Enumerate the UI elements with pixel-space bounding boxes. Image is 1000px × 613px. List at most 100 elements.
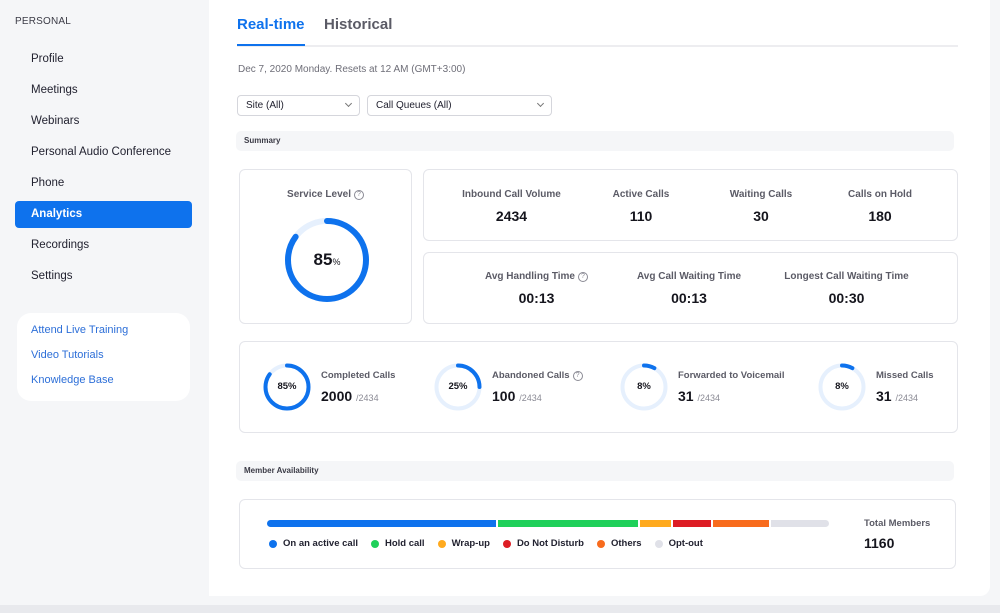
- availability-segment-others: [712, 520, 769, 527]
- legend-item-hold-call: Hold call: [370, 538, 425, 549]
- tab-historical[interactable]: Historical: [324, 16, 392, 33]
- legend-item-wrap-up: Wrap-up: [437, 538, 490, 549]
- service-level-title: Service Level?: [240, 189, 411, 200]
- metric-inbound-call-volume: Inbound Call Volume 2434: [444, 189, 579, 224]
- rate-count: 100: [492, 388, 516, 404]
- legend-label: On an active call: [283, 538, 358, 549]
- metric-value: 00:30: [828, 290, 865, 306]
- metric-value: 30: [753, 208, 769, 224]
- metric-active-calls: Active Calls 110: [582, 189, 700, 224]
- total-members-value: 1160: [864, 535, 895, 551]
- metric-longest-call-waiting-time: Longest Call Waiting Time 00:30: [769, 271, 924, 306]
- service-level-card: Service Level? 85%: [239, 169, 412, 324]
- sidebar-item-phone[interactable]: Phone: [15, 170, 192, 197]
- service-level-number: 85: [313, 250, 333, 269]
- call-time-card: Avg Handling Time? 00:13 Avg Call Waitin…: [423, 252, 958, 324]
- legend-label: Wrap-up: [451, 538, 490, 549]
- sidebar-item-recordings[interactable]: Recordings: [15, 232, 192, 259]
- availability-segment-opt-out: [770, 520, 830, 527]
- availability-segment-do-not-disturb: [672, 520, 711, 527]
- rate-total: /2434: [895, 393, 918, 403]
- sidebar-section-label: PERSONAL: [15, 16, 72, 27]
- tab-bar: Real-time Historical: [237, 0, 958, 47]
- sidebar-item-profile[interactable]: Profile: [15, 46, 192, 73]
- help-question-icon[interactable]: ?: [572, 371, 583, 381]
- availability-segment-on-an-active-call: [267, 520, 497, 527]
- rate-value: 31 /2434: [876, 388, 918, 404]
- rate-label: Forwarded to Voicemail: [678, 370, 785, 381]
- rate-percent: 8%: [637, 381, 651, 392]
- metric-value: 110: [629, 208, 653, 224]
- rate-label-text: Abandoned Calls: [492, 370, 570, 381]
- rate-count: 31: [678, 388, 694, 404]
- rate-percent: 85%: [277, 381, 297, 392]
- call-queues-select-value: Call Queues (All): [376, 100, 452, 111]
- video-tutorials-link[interactable]: Video Tutorials: [31, 348, 190, 373]
- rate-count: 31: [876, 388, 892, 404]
- summary-section-header: Summary: [236, 131, 954, 151]
- call-outcomes-card: 85% Completed Calls 2000 /2434 25% Aband…: [239, 341, 958, 433]
- legend-label: Opt-out: [668, 538, 703, 549]
- help-question-icon[interactable]: ?: [353, 190, 364, 200]
- rate-label: Completed Calls: [321, 370, 396, 381]
- rate-total: /2434: [356, 393, 379, 403]
- tab-real-time[interactable]: Real-time: [237, 16, 305, 46]
- metric-value: 00:13: [671, 290, 707, 306]
- sidebar-item-personal-audio-conference[interactable]: Personal Audio Conference: [15, 139, 192, 166]
- site-select-value: Site (All): [246, 100, 284, 111]
- metric-avg-handling-time: Avg Handling Time? 00:13: [464, 271, 609, 306]
- rate-label: Missed Calls: [876, 370, 934, 381]
- legend-dot-icon: [370, 539, 379, 548]
- call-volume-card: Inbound Call Volume 2434 Active Calls 11…: [423, 169, 958, 241]
- sidebar-item-analytics[interactable]: Analytics: [15, 201, 192, 228]
- metric-label: Avg Handling Time?: [464, 271, 609, 282]
- legend-item-opt-out: Opt-out: [654, 538, 703, 549]
- legend-label: Do Not Disturb: [516, 538, 584, 549]
- metric-label: Inbound Call Volume: [462, 189, 561, 200]
- legend-item-others: Others: [596, 538, 642, 549]
- sidebar-item-meetings[interactable]: Meetings: [15, 77, 192, 104]
- availability-segment-wrap-up: [639, 520, 671, 527]
- metric-calls-on-hold: Calls on Hold 180: [821, 189, 939, 224]
- sidebar: PERSONAL Profile Meetings Webinars Perso…: [0, 0, 209, 605]
- metric-label-text: Avg Handling Time: [484, 271, 575, 282]
- legend-label: Hold call: [384, 538, 425, 549]
- site-select[interactable]: Site (All): [237, 95, 360, 116]
- help-question-icon[interactable]: ?: [578, 272, 588, 282]
- rate-percent: 8%: [835, 381, 849, 392]
- rate-total: /2434: [697, 393, 720, 403]
- help-links-card: Attend Live Training Video Tutorials Kno…: [17, 313, 190, 401]
- window-bottom-edge: [0, 605, 1000, 613]
- legend-dot-icon: [502, 539, 511, 548]
- legend-dot-icon: [437, 539, 446, 548]
- member-availability-card: On an active call Hold call Wrap-up Do Not …: [239, 499, 956, 569]
- call-queues-select[interactable]: Call Queues (All): [367, 95, 552, 116]
- legend-dot-icon: [269, 539, 277, 548]
- metric-value: 180: [868, 208, 892, 224]
- availability-segment-hold-call: [498, 520, 638, 527]
- service-level-unit: %: [332, 257, 341, 267]
- sidebar-item-webinars[interactable]: Webinars: [15, 108, 192, 135]
- metric-value: 00:13: [518, 290, 555, 306]
- chevron-down-icon: [536, 99, 545, 108]
- legend-dot-icon: [596, 539, 605, 548]
- rate-count: 2000: [321, 388, 353, 404]
- knowledge-base-link[interactable]: Knowledge Base: [31, 373, 190, 398]
- sidebar-nav: Profile Meetings Webinars Personal Audio…: [15, 46, 192, 294]
- legend-item-do-not-disturb: Do Not Disturb: [502, 538, 584, 549]
- legend-label: Others: [610, 538, 642, 549]
- chevron-down-icon: [344, 99, 353, 108]
- metric-label: Active Calls: [612, 189, 670, 200]
- rate-label: Abandoned Calls?: [492, 370, 583, 381]
- rate-percent: 25%: [448, 381, 468, 392]
- metric-avg-call-waiting-time: Avg Call Waiting Time 00:13: [619, 271, 759, 306]
- metric-label: Longest Call Waiting Time: [784, 271, 909, 282]
- sidebar-item-settings[interactable]: Settings: [15, 263, 192, 290]
- metric-label: Calls on Hold: [848, 189, 912, 200]
- date-reset-info: Dec 7, 2020 Monday. Resets at 12 AM (GMT…: [238, 64, 466, 75]
- member-availability-section-header: Member Availability: [236, 461, 954, 481]
- rate-value: 100 /2434: [492, 388, 542, 404]
- availability-stacked-bar: [267, 520, 836, 527]
- attend-live-training-link[interactable]: Attend Live Training: [31, 323, 190, 348]
- availability-legend: On an active call Hold call Wrap-up Do Not …: [269, 538, 716, 549]
